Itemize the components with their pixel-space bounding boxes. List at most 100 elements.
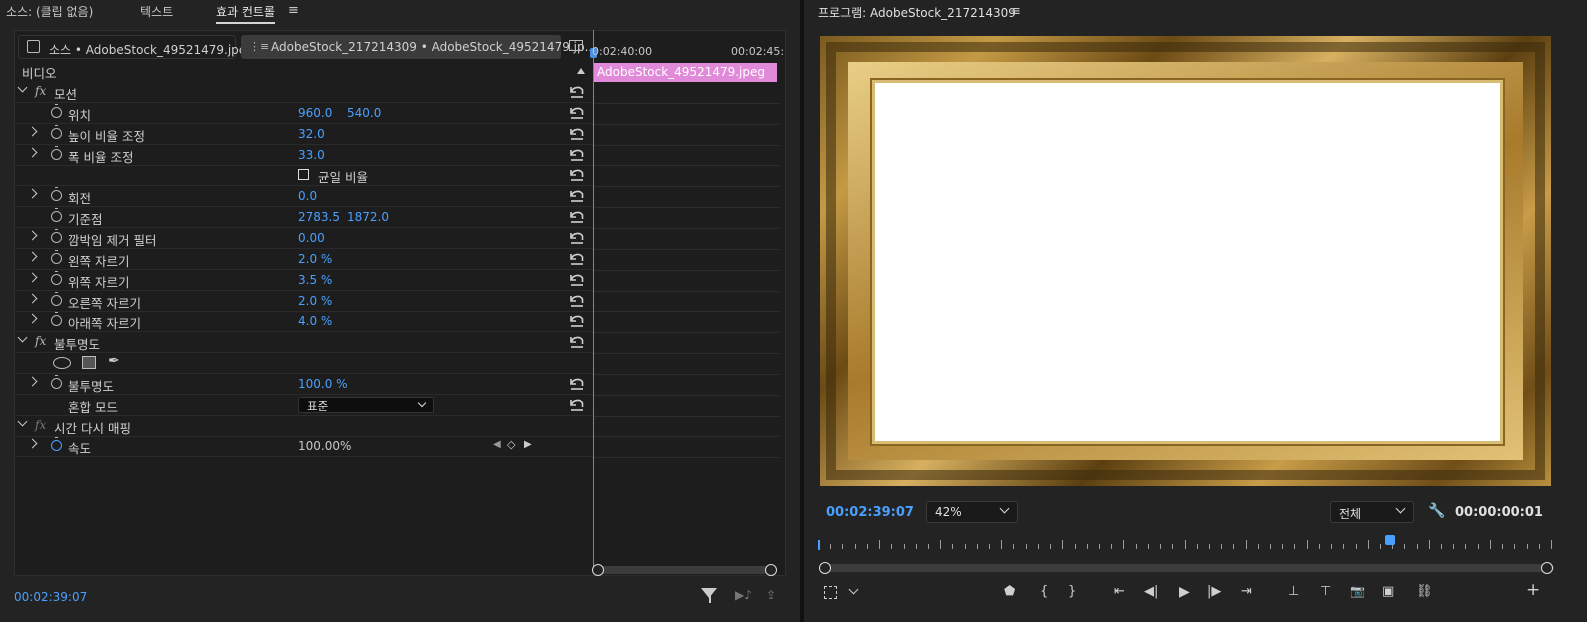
quality-select[interactable]: 전체 — [1330, 501, 1414, 523]
chevron-down-icon[interactable] — [17, 82, 28, 93]
stopwatch-icon[interactable] — [51, 249, 62, 264]
video-preview[interactable] — [820, 36, 1551, 486]
stopwatch-icon[interactable] — [51, 228, 62, 243]
ellipse-mask-icon[interactable] — [53, 357, 71, 370]
reset-icon[interactable] — [568, 334, 585, 349]
property-value[interactable]: 2.0 % — [298, 252, 332, 266]
audio-loop-icon[interactable]: ▶♪ — [735, 588, 752, 602]
fx-icon[interactable]: fx — [35, 84, 46, 98]
stopwatch-icon[interactable] — [51, 270, 62, 285]
property-value[interactable]: 0.00 — [298, 231, 325, 245]
current-timecode[interactable]: 00:02:39:07 — [14, 590, 87, 604]
property-value[interactable]: 32.0 — [298, 127, 325, 141]
stopwatch-icon[interactable] — [51, 291, 62, 306]
export-frame-icon[interactable]: 📷 — [1350, 584, 1365, 598]
stopwatch-icon[interactable] — [51, 208, 62, 223]
stopwatch-icon[interactable] — [51, 103, 62, 118]
reset-icon[interactable] — [568, 84, 585, 99]
reset-icon[interactable] — [568, 209, 585, 224]
next-keyframe-icon[interactable]: ▶ — [524, 439, 532, 450]
pen-mask-icon[interactable]: ✒ — [108, 353, 120, 369]
mark-out-icon[interactable]: } — [1068, 584, 1076, 599]
property-value[interactable]: 0.0 — [298, 189, 317, 203]
stopwatch-icon[interactable] — [51, 312, 62, 327]
play-icon[interactable]: ▶ — [1179, 584, 1190, 600]
step-back-icon[interactable]: ◀| — [1144, 584, 1158, 599]
tab-text[interactable]: 텍스트 — [140, 3, 173, 20]
extract-icon[interactable]: ⊤ — [1320, 584, 1331, 599]
reset-icon[interactable] — [568, 293, 585, 308]
reset-icon[interactable] — [568, 313, 585, 328]
step-forward-icon[interactable]: |▶ — [1207, 584, 1221, 599]
chevron-right-icon[interactable] — [27, 293, 38, 303]
chevron-down-icon[interactable] — [17, 332, 28, 343]
toggle-timeline-icon[interactable] — [569, 40, 583, 51]
monitor-scroll-right[interactable] — [1541, 562, 1553, 574]
timeline-scrollbar[interactable] — [596, 566, 776, 574]
reset-icon[interactable] — [568, 376, 585, 391]
reset-icon[interactable] — [568, 105, 585, 120]
tab-source[interactable]: 소스: (클립 없음) — [6, 3, 93, 20]
stopwatch-icon[interactable] — [51, 374, 62, 389]
property-value[interactable]: 2783.5 — [298, 210, 340, 224]
prev-keyframe-icon[interactable]: ◀ — [493, 439, 501, 450]
playhead-timecode[interactable]: 00:02:39:07 — [826, 505, 914, 520]
chevron-down-icon[interactable] — [848, 584, 859, 595]
scroll-handle-right[interactable] — [765, 564, 777, 576]
chevron-right-icon[interactable] — [27, 188, 38, 199]
chevron-right-icon[interactable] — [27, 251, 38, 262]
rectangle-mask-icon[interactable] — [82, 356, 96, 370]
chevron-right-icon[interactable] — [27, 272, 38, 283]
sequence-clip-tab[interactable]: ⋮≡ AdobeStock_217214309 • AdobeStock_495… — [241, 35, 596, 59]
fx-icon[interactable]: fx — [35, 418, 46, 432]
go-to-out-icon[interactable]: ⇥ — [1241, 584, 1252, 599]
property-value[interactable]: 2.0 % — [298, 294, 332, 308]
export-icon[interactable]: ⇪ — [766, 588, 776, 602]
property-value[interactable]: 100.00% — [298, 439, 351, 453]
collapse-video-icon[interactable] — [577, 68, 585, 74]
reset-icon[interactable] — [568, 251, 585, 266]
mark-in-icon[interactable]: { — [1040, 584, 1048, 599]
chevron-right-icon[interactable] — [27, 438, 38, 449]
lift-icon[interactable]: ⊥ — [1288, 584, 1299, 599]
source-clip-tab[interactable]: 소스 • AdobeStock_49521479.jpeg — [18, 35, 254, 59]
proxy-toggle-icon[interactable]: ⛓ — [1416, 584, 1433, 599]
chevron-right-icon[interactable] — [27, 313, 38, 324]
blend-mode-select[interactable]: 표준 — [298, 396, 434, 413]
fx-icon[interactable]: fx — [35, 334, 46, 348]
property-value[interactable]: 960.0 — [298, 106, 332, 120]
chevron-down-icon[interactable] — [17, 416, 28, 427]
property-value-2[interactable]: 540.0 — [347, 106, 381, 120]
reset-icon[interactable] — [568, 397, 585, 412]
reset-icon[interactable] — [568, 272, 585, 287]
zoom-select[interactable]: 42% — [926, 501, 1018, 523]
add-button-icon[interactable]: + — [1526, 580, 1540, 600]
go-to-in-icon[interactable]: ⇤ — [1114, 584, 1125, 599]
stopwatch-icon[interactable] — [51, 187, 62, 202]
chevron-right-icon[interactable] — [27, 376, 38, 387]
monitor-playhead[interactable] — [1384, 535, 1395, 545]
add-keyframe-icon[interactable]: ◇ — [507, 438, 515, 451]
compare-view-icon[interactable]: ▣ — [1382, 584, 1394, 599]
chevron-right-icon[interactable] — [27, 126, 38, 137]
monitor-scrollbar[interactable] — [826, 564, 1554, 572]
reset-icon[interactable] — [568, 167, 585, 182]
property-value-2[interactable]: 1872.0 — [347, 210, 389, 224]
reset-icon[interactable] — [568, 188, 585, 203]
reset-icon[interactable] — [568, 230, 585, 245]
monitor-scroll-left[interactable] — [819, 562, 831, 574]
timeline-clip[interactable]: AdobeStock_49521479.jpeg — [594, 63, 777, 82]
property-value[interactable]: 3.5 % — [298, 273, 332, 287]
safe-margins-icon[interactable] — [824, 586, 837, 599]
wrench-icon[interactable]: 🔧 — [1428, 503, 1445, 519]
stopwatch-icon[interactable] — [51, 145, 62, 160]
property-value[interactable]: 33.0 — [298, 148, 325, 162]
property-value[interactable]: 100.0 % — [298, 377, 348, 391]
chevron-right-icon[interactable] — [27, 230, 38, 241]
panel-menu-icon[interactable]: ≡ — [288, 3, 299, 18]
tab-effect-controls[interactable]: 효과 컨트롤 — [216, 3, 276, 24]
marker-icon[interactable]: ⬟ — [1004, 584, 1015, 599]
property-value[interactable]: 4.0 % — [298, 314, 332, 328]
stopwatch-icon[interactable] — [51, 124, 62, 139]
stopwatch-icon[interactable] — [51, 437, 62, 452]
